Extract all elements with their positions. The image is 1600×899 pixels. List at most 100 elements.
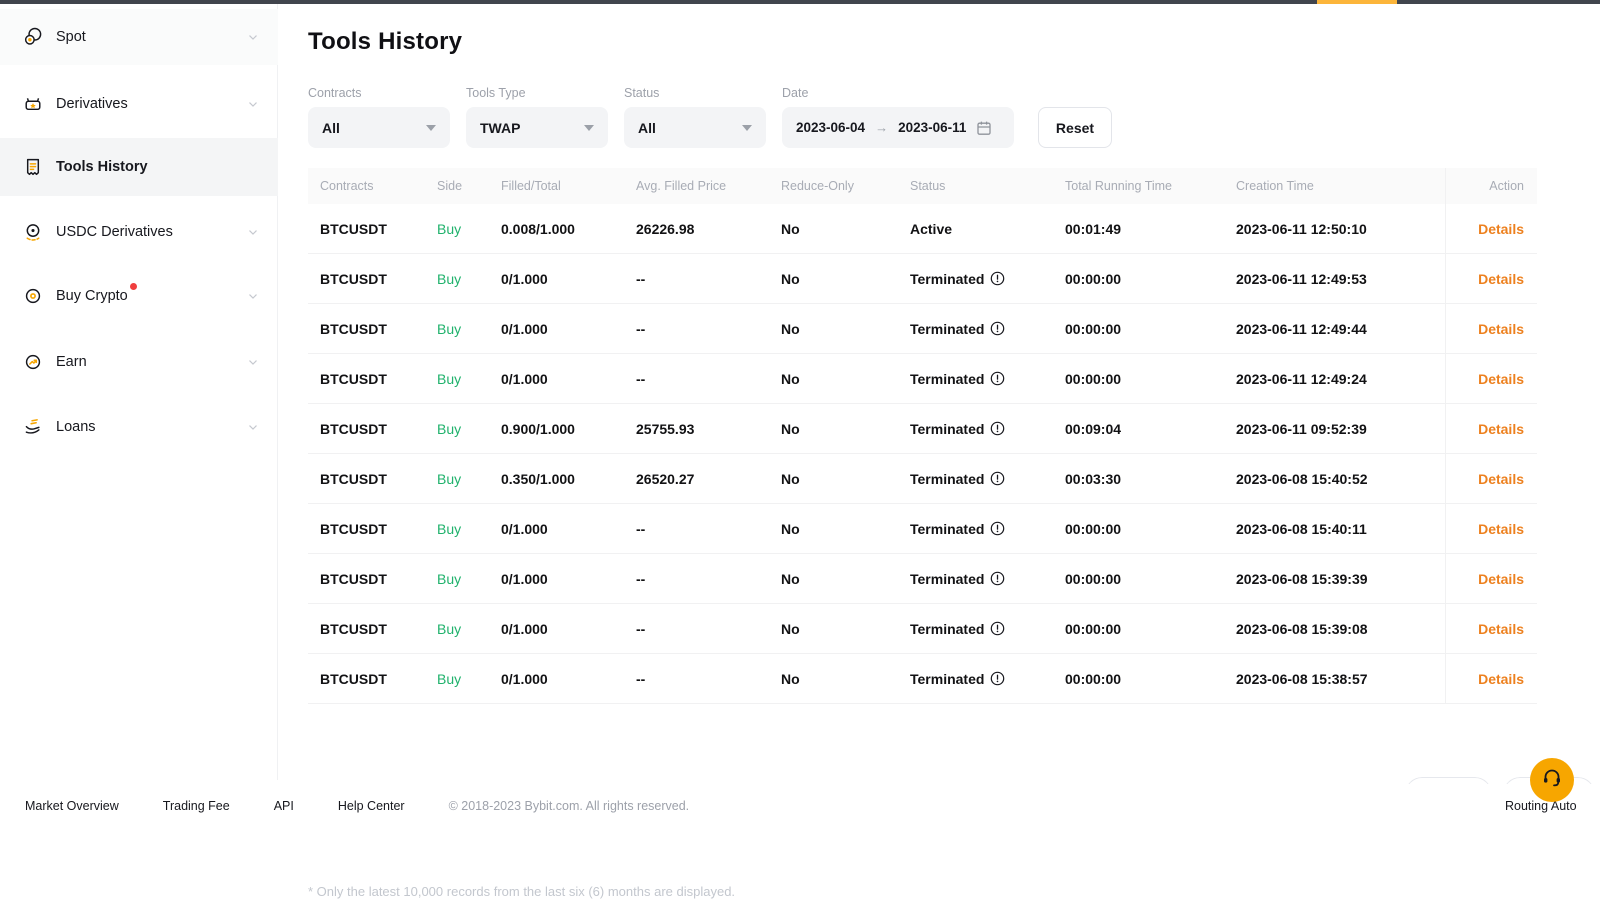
caret-down-icon xyxy=(742,125,752,131)
filter-contracts: Contracts All xyxy=(308,86,450,148)
contracts-select[interactable]: All xyxy=(308,107,450,148)
cell-reduce-only: No xyxy=(781,371,910,387)
details-link[interactable]: Details xyxy=(1478,321,1524,337)
status-text: Terminated xyxy=(910,271,984,287)
sidebar-item-tools-history[interactable]: Tools History xyxy=(0,138,278,196)
cell-total-running-time: 00:01:49 xyxy=(1065,221,1236,237)
cell-total-running-time: 00:00:00 xyxy=(1065,271,1236,287)
cell-side: Buy xyxy=(437,621,501,637)
details-link[interactable]: Details xyxy=(1478,671,1524,687)
info-icon[interactable] xyxy=(990,471,1005,486)
caret-down-icon xyxy=(584,125,594,131)
customer-support-button[interactable] xyxy=(1530,758,1574,802)
cell-reduce-only: No xyxy=(781,671,910,687)
records-footnote: * Only the latest 10,000 records from th… xyxy=(308,884,735,899)
info-icon[interactable] xyxy=(990,521,1005,536)
details-link[interactable]: Details xyxy=(1478,521,1524,537)
sidebar-item-buy-crypto[interactable]: Buy Crypto xyxy=(0,268,278,324)
footer-link-market-overview[interactable]: Market Overview xyxy=(25,799,119,813)
top-scrollbar-thumb[interactable] xyxy=(1317,0,1397,4)
info-icon[interactable] xyxy=(990,621,1005,636)
sidebar: Spot Derivatives Tools History xyxy=(0,4,278,780)
info-icon[interactable] xyxy=(990,421,1005,436)
cell-reduce-only: No xyxy=(781,221,910,237)
cell-avg-filled-price: 26520.27 xyxy=(636,471,781,487)
sidebar-item-earn[interactable]: Earn xyxy=(0,334,278,390)
cell-total-running-time: 00:00:00 xyxy=(1065,371,1236,387)
cell-action: Details xyxy=(1445,404,1537,453)
info-icon[interactable] xyxy=(990,271,1005,286)
cell-action: Details xyxy=(1445,554,1537,603)
filter-status-label: Status xyxy=(624,86,766,100)
date-to-value: 2023-06-11 xyxy=(898,120,966,135)
table-row: BTCUSDTBuy0/1.000--NoTerminated00:00:002… xyxy=(308,654,1537,704)
cell-filled-total: 0/1.000 xyxy=(501,271,636,287)
cell-reduce-only: No xyxy=(781,521,910,537)
sidebar-item-label: Derivatives xyxy=(56,96,128,112)
cell-avg-filled-price: 26226.98 xyxy=(636,221,781,237)
column-header-creation-time: Creation Time xyxy=(1236,179,1445,193)
sidebar-item-derivatives[interactable]: Derivatives xyxy=(0,76,278,132)
filter-date: Date 2023-06-04 → 2023-06-11 xyxy=(782,86,1014,148)
cell-status: Terminated xyxy=(910,321,1065,337)
date-from-value: 2023-06-04 xyxy=(796,120,865,135)
cell-creation-time: 2023-06-11 12:50:10 xyxy=(1236,221,1445,237)
cell-side: Buy xyxy=(437,421,501,437)
cell-avg-filled-price: -- xyxy=(636,321,781,337)
details-link[interactable]: Details xyxy=(1478,621,1524,637)
cell-contracts: BTCUSDT xyxy=(308,521,437,537)
filter-tools-type-label: Tools Type xyxy=(466,86,608,100)
tools-type-select[interactable]: TWAP xyxy=(466,107,608,148)
footer-link-api[interactable]: API xyxy=(274,799,294,813)
cell-filled-total: 0/1.000 xyxy=(501,321,636,337)
chevron-down-icon xyxy=(246,289,260,303)
cell-action: Details xyxy=(1445,504,1537,553)
spot-icon xyxy=(22,26,44,48)
cell-status: Terminated xyxy=(910,271,1065,287)
footer-link-help-center[interactable]: Help Center xyxy=(338,799,405,813)
cell-creation-time: 2023-06-08 15:39:08 xyxy=(1236,621,1445,637)
derivatives-icon xyxy=(22,93,44,115)
info-icon[interactable] xyxy=(990,571,1005,586)
cell-status: Terminated xyxy=(910,571,1065,587)
cell-side: Buy xyxy=(437,471,501,487)
details-link[interactable]: Details xyxy=(1478,471,1524,487)
info-icon[interactable] xyxy=(990,371,1005,386)
cell-status: Terminated xyxy=(910,471,1065,487)
cell-status: Terminated xyxy=(910,421,1065,437)
column-header-side: Side xyxy=(437,179,501,193)
notification-dot xyxy=(130,283,137,290)
footer-link-trading-fee[interactable]: Trading Fee xyxy=(163,799,230,813)
column-header-filled-total: Filled/Total xyxy=(501,179,636,193)
cell-contracts: BTCUSDT xyxy=(308,571,437,587)
cell-side: Buy xyxy=(437,571,501,587)
details-link[interactable]: Details xyxy=(1478,421,1524,437)
info-icon[interactable] xyxy=(990,671,1005,686)
column-header-action: Action xyxy=(1445,168,1537,204)
cell-avg-filled-price: -- xyxy=(636,521,781,537)
cell-filled-total: 0.350/1.000 xyxy=(501,471,636,487)
table-row: BTCUSDTBuy0/1.000--NoTerminated00:00:002… xyxy=(308,304,1537,354)
cell-reduce-only: No xyxy=(781,571,910,587)
reset-button[interactable]: Reset xyxy=(1038,107,1112,148)
cell-action: Details xyxy=(1445,354,1537,403)
status-text: Active xyxy=(910,221,952,237)
cell-contracts: BTCUSDT xyxy=(308,471,437,487)
sidebar-item-loans[interactable]: Loans xyxy=(0,399,278,455)
status-select[interactable]: All xyxy=(624,107,766,148)
cell-reduce-only: No xyxy=(781,421,910,437)
cell-creation-time: 2023-06-08 15:40:52 xyxy=(1236,471,1445,487)
status-text: Terminated xyxy=(910,421,984,437)
details-link[interactable]: Details xyxy=(1478,221,1524,237)
details-link[interactable]: Details xyxy=(1478,371,1524,387)
sidebar-item-spot[interactable]: Spot xyxy=(0,9,278,65)
cell-creation-time: 2023-06-08 15:38:57 xyxy=(1236,671,1445,687)
status-text: Terminated xyxy=(910,371,984,387)
details-link[interactable]: Details xyxy=(1478,271,1524,287)
details-link[interactable]: Details xyxy=(1478,571,1524,587)
date-range-picker[interactable]: 2023-06-04 → 2023-06-11 xyxy=(782,107,1014,148)
cell-contracts: BTCUSDT xyxy=(308,371,437,387)
sidebar-item-usdc-derivatives[interactable]: USDC Derivatives xyxy=(0,204,278,260)
info-icon[interactable] xyxy=(990,321,1005,336)
cell-total-running-time: 00:00:00 xyxy=(1065,571,1236,587)
